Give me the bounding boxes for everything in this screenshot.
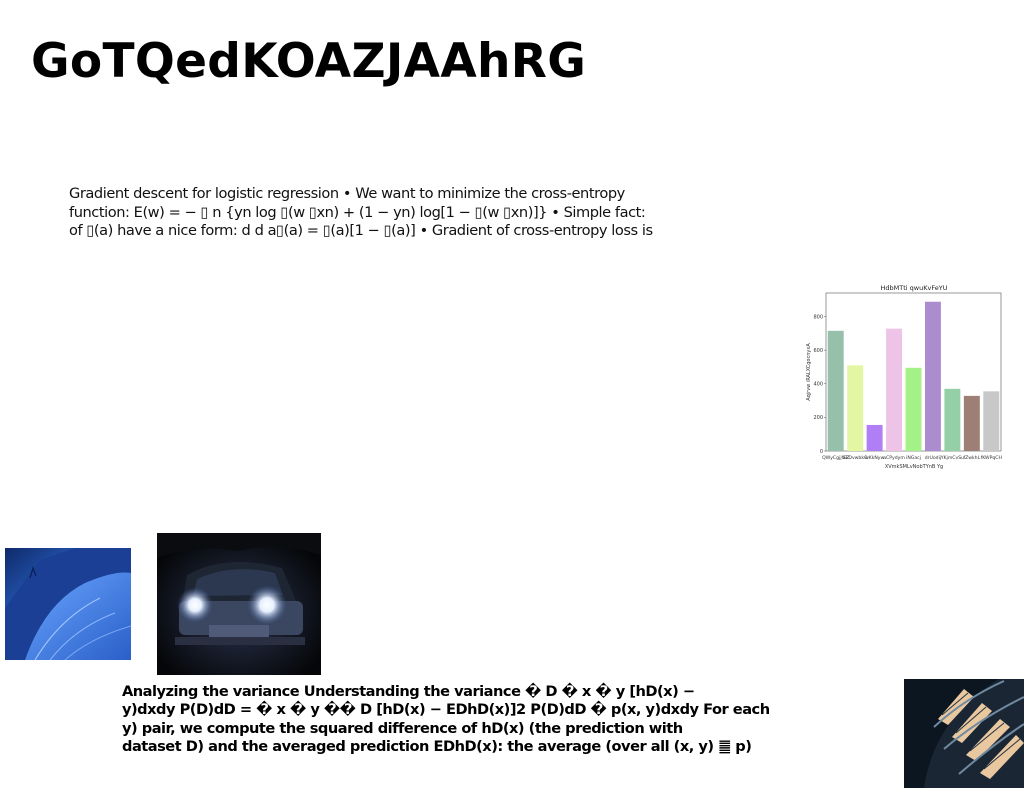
x-tick-label: YKjmCvSu [940, 455, 964, 461]
y-tick-label: 800 [813, 314, 823, 320]
chart-title: HdbMTti qwuKvFeYU [881, 284, 948, 292]
chart-bar-druodij [924, 301, 941, 451]
chart-y-axis: 0 200 400 600 800 [813, 314, 826, 455]
paragraph-line: y)dxdy P(D)dD = � x � y �� D [hD(x) − ED… [122, 701, 770, 719]
chart-bar-acpydym [886, 328, 903, 451]
skylight-roof-photo [904, 679, 1024, 788]
chart-bar-aedvwbko [847, 365, 864, 451]
chart-bars [827, 301, 1000, 451]
x-tick-label: fZwkhL [964, 455, 981, 461]
paragraph-line: Analyzing the variance Understanding the… [122, 683, 695, 700]
snow-slope-photo [5, 548, 131, 660]
x-tick-label: fKWPqCH [981, 455, 1002, 461]
x-tick-label: iNGacj [906, 455, 921, 461]
chart-bar-ingacj [905, 367, 922, 451]
body-paragraph-variance: Analyzing the variance Understanding the… [122, 683, 802, 756]
x-tick-label: wKkNyw [865, 455, 885, 461]
chart-bar-fkwpqch [983, 391, 1000, 451]
chart-bar-fzwkhl [963, 395, 980, 451]
car-headlights-photo [157, 533, 321, 675]
chart-x-axis-label: XVmkSMLvNobTYnB Yg [885, 464, 943, 470]
chart-y-axis-label: Aqjrvw iRALXCgocnyxA [806, 343, 812, 401]
slide-title: GoTQedKOAZJAAhRG [31, 34, 587, 89]
body-paragraph-logistic-regression: Gradient descent for logistic regression… [69, 185, 669, 241]
x-tick-label: drUodij [925, 455, 941, 461]
y-tick-label: 0 [820, 449, 823, 455]
paragraph-line: function: E(w) = − ▯ n {yn log ▯(w ▯xn) … [69, 203, 646, 221]
chart-bar-ykjmcvsu [944, 388, 961, 451]
x-tick-label: aCPydym [883, 455, 905, 461]
chart-bar-wkknyw [866, 424, 883, 451]
paragraph-line: of ▯(a) have a nice form: d d a▯(a) = ▯(… [69, 222, 653, 239]
y-tick-label: 200 [813, 415, 823, 421]
y-tick-label: 400 [813, 382, 823, 388]
chart-x-axis: QWyCgjjfEZaEDvwbkOwKkNywaCPydym iNGacj drU… [822, 455, 1002, 461]
chart-bar-qwycgjjfez [827, 330, 844, 451]
paragraph-line: y) pair, we compute the squared differen… [122, 719, 683, 737]
bar-chart: HdbMTti qwuKvFeYU 0 200 400 600 800 QWyCgjjf… [806, 284, 1002, 470]
paragraph-line: Gradient descent for logistic regression… [69, 185, 625, 202]
y-tick-label: 600 [813, 348, 823, 354]
paragraph-line: dataset D) and the averaged prediction E… [122, 737, 752, 755]
